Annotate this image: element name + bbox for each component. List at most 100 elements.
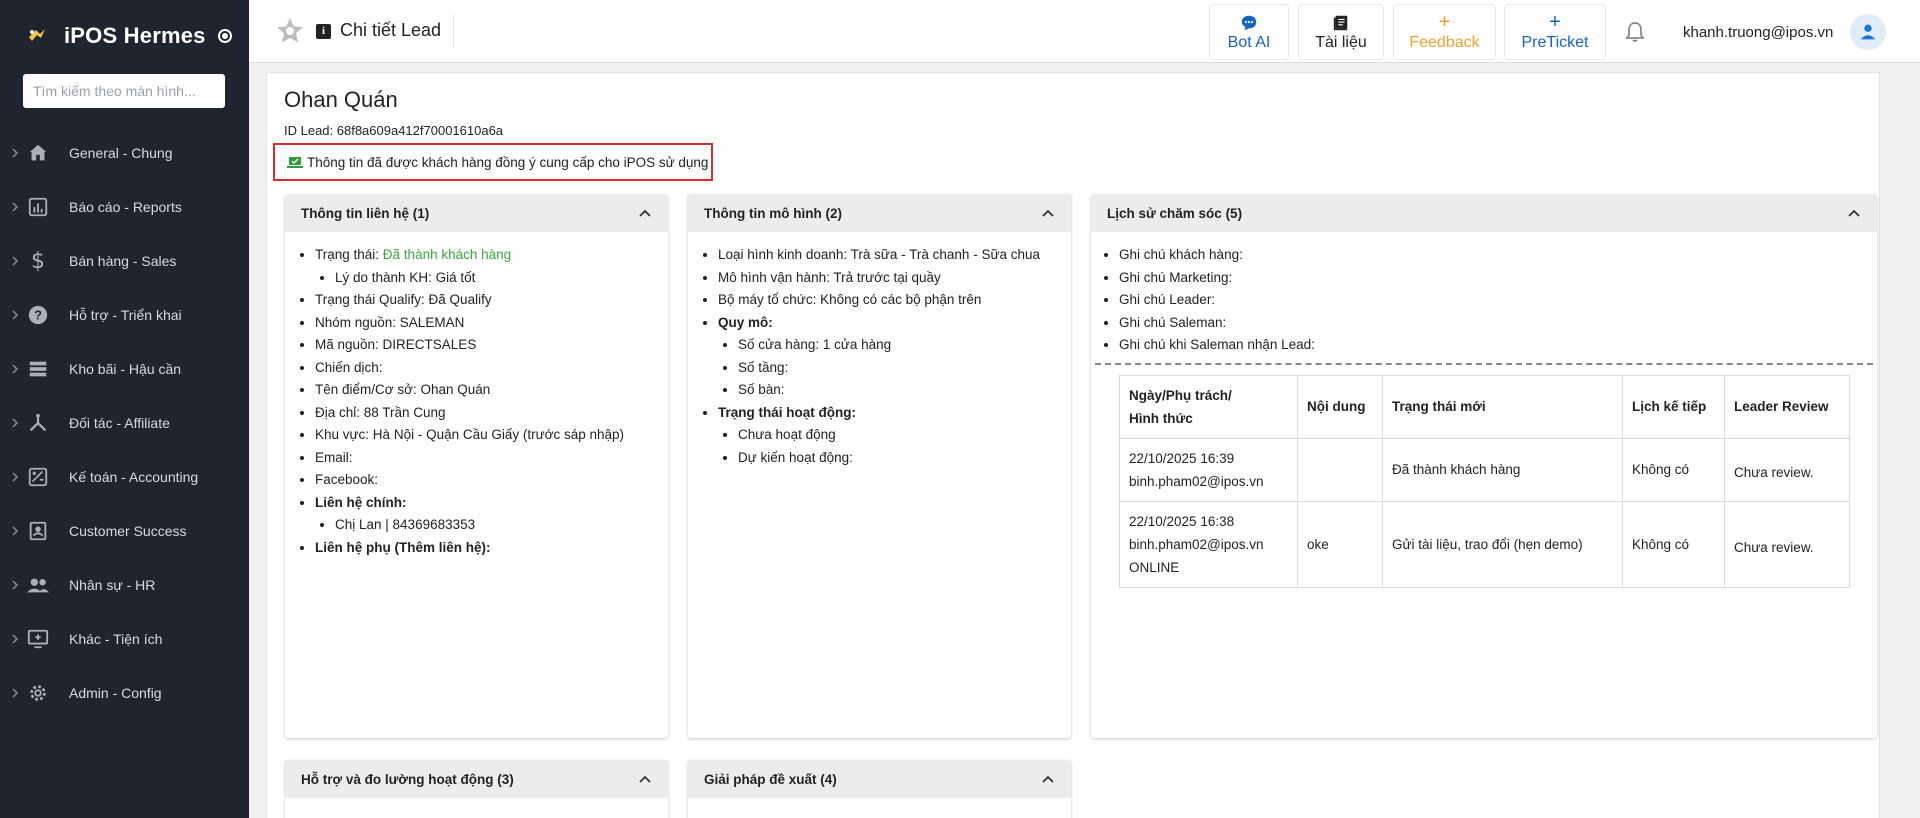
list-item: Loại hình kinh doanh: Trà sữa - Trà chan… (718, 244, 1055, 267)
sidebar-item-admin[interactable]: Admin - Config (0, 666, 249, 720)
sidebar-item-label: Đối tác - Affiliate (69, 415, 170, 431)
table-cell: 22/10/2025 16:38 binh.pham02@ipos.vn ONLIN… (1119, 500, 1298, 588)
sidebar-menu: General - Chung Báo cáo - Reports $ Bán … (0, 126, 249, 720)
chevron-right-icon (12, 148, 18, 158)
table-cell: Gửi tài liệu, trao đổi (hẹn demo) (1382, 500, 1623, 588)
column-header: Trạng thái mới (1382, 374, 1623, 439)
sidebar-item-label: Kế toán - Accounting (69, 469, 199, 485)
chevron-up-icon[interactable] (1041, 774, 1055, 784)
preticket-button[interactable]: + PreTicket (1504, 4, 1606, 60)
list-item: Email: (315, 447, 652, 470)
sidebar-item-support[interactable]: ? Hỗ trợ - Triển khai (0, 288, 249, 342)
consent-text: Thông tin đã được khách hàng đồng ý cung… (307, 154, 709, 170)
card-header[interactable]: Thông tin liên hệ (1) (285, 194, 668, 232)
list-item: Mã nguồn: DIRECTSALES (315, 334, 652, 357)
feedback-label: Feedback (1409, 34, 1480, 51)
chevron-up-icon[interactable] (638, 208, 652, 218)
merge-icon (25, 410, 51, 436)
card-header[interactable]: Giải pháp đề xuất (4) (688, 760, 1071, 798)
card-header[interactable]: Thông tin mô hình (2) (688, 194, 1071, 232)
avatar[interactable] (1850, 14, 1886, 50)
topbar: i Chi tiết Lead Bot AI Tài liệu + Feedba… (249, 0, 1920, 63)
column-header-line: Ngày/Phụ trách/ (1129, 387, 1232, 403)
table-row: 22/10/2025 16:39 binh.pham02@ipos.vn Đã t… (1119, 437, 1850, 502)
column-header: Ngày/Phụ trách/Hình thức (1119, 374, 1298, 439)
sidebar-item-label: Nhân sự - HR (69, 577, 156, 593)
table-cell: Chưa review. (1724, 500, 1850, 588)
column-header: Lịch kế tiếp (1622, 374, 1725, 439)
add-contact-link[interactable]: Liên hệ phụ (Thêm liên hệ): (315, 537, 652, 560)
user-icon (1860, 24, 1876, 40)
sidebar-item-accounting[interactable]: Kế toán - Accounting (0, 450, 249, 504)
sidebar-item-label: Hỗ trợ - Triển khai (69, 307, 182, 323)
divider (453, 14, 454, 48)
chevron-up-icon[interactable] (1847, 208, 1861, 218)
row-owner: binh.pham02@ipos.vn (1129, 536, 1264, 552)
op-status-label: Trạng thái hoạt động: (718, 404, 856, 420)
sidebar-item-affiliate[interactable]: Đối tác - Affiliate (0, 396, 249, 450)
home-icon (25, 140, 51, 166)
table-cell: Đã thành khách hàng (1382, 437, 1623, 502)
card-title: Thông tin liên hệ (1) (301, 205, 430, 221)
support-metrics-card: Hỗ trợ và đo lường hoạt động (3) (285, 760, 668, 818)
user-email[interactable]: khanh.truong@ipos.vn (1683, 24, 1833, 41)
list-item: Nhóm nguồn: SALEMAN (315, 312, 652, 335)
sidebar-item-general[interactable]: General - Chung (0, 126, 249, 180)
list-item: Ghi chú Marketing: (1119, 267, 1863, 290)
sidebar-item-customer-success[interactable]: Customer Success (0, 504, 249, 558)
list-item: Dự kiến hoạt động: (738, 447, 1055, 470)
card-body: Ghi chú khách hàng: Ghi chú Marketing: G… (1091, 232, 1877, 600)
divider (1095, 362, 1873, 365)
brand: iPOS Hermes (0, 0, 249, 72)
sidebar-search-input[interactable] (23, 74, 225, 108)
book-icon (1332, 12, 1350, 32)
info-icon: i (316, 24, 331, 39)
lead-name: Ohan Quán (284, 87, 398, 112)
bot-ai-button[interactable]: Bot AI (1209, 4, 1289, 60)
feedback-button[interactable]: + Feedback (1393, 4, 1496, 60)
sidebar-item-label: General - Chung (69, 145, 173, 161)
sidebar-item-label: Admin - Config (69, 685, 162, 701)
sidebar-item-label: Kho bãi - Hậu cần (69, 361, 182, 377)
list-item: Ghi chú khi Saleman nhận Lead: (1119, 334, 1863, 357)
scale-label: Quy mô: (718, 314, 773, 330)
chevron-up-icon[interactable] (1041, 208, 1055, 218)
star-icon[interactable] (275, 16, 305, 46)
list-item: Tên điểm/Cơ sở: Ohan Quán (315, 379, 652, 402)
list-item: Mô hình vận hành: Trả trước tại quầy (718, 267, 1055, 290)
chevron-up-icon[interactable] (638, 774, 652, 784)
svg-text:?: ? (34, 308, 42, 323)
sidebar: iPOS Hermes General - Chung Báo cáo - Re… (0, 0, 249, 818)
sidebar-item-reports[interactable]: Báo cáo - Reports (0, 180, 249, 234)
chevron-right-icon (12, 526, 18, 536)
list-item: Ghi chú khách hàng: (1119, 244, 1863, 267)
sidebar-item-sales[interactable]: $ Bán hàng - Sales (0, 234, 249, 288)
chevron-right-icon (12, 634, 18, 644)
card-header[interactable]: Hỗ trợ và đo lường hoạt động (3) (285, 760, 668, 798)
radio-icon[interactable] (217, 29, 232, 43)
chevron-right-icon (12, 580, 18, 590)
table-cell (1297, 437, 1383, 502)
sidebar-item-label: Báo cáo - Reports (69, 199, 182, 215)
list-item: Ghi chú Leader: (1119, 289, 1863, 312)
table-cell: oke (1297, 500, 1383, 588)
bell-icon[interactable] (1623, 20, 1647, 44)
sidebar-item-hr[interactable]: Nhân sự - HR (0, 558, 249, 612)
card-body: Loại hình kinh doanh: Trà sữa - Trà chan… (688, 232, 1071, 481)
main-contact-label: Liên hệ chính: (315, 494, 407, 510)
chevron-right-icon (12, 202, 18, 212)
bot-ai-label: Bot AI (1227, 34, 1271, 51)
sidebar-item-label: Khác - Tiện ích (69, 631, 163, 647)
list-item: Ghi chú Saleman: (1119, 312, 1863, 335)
preticket-label: PreTicket (1521, 34, 1589, 51)
docs-button[interactable]: Tài liệu (1298, 4, 1384, 60)
chevron-right-icon (12, 310, 18, 320)
lead-id: ID Lead: 68f8a609a412f70001610a6a (284, 123, 504, 138)
card-header[interactable]: Lịch sử chăm sóc (5) (1091, 194, 1877, 232)
app-title: iPOS Hermes (64, 23, 206, 48)
sidebar-item-utilities[interactable]: Khác - Tiện ích (0, 612, 249, 666)
help-icon: ? (25, 302, 51, 328)
table-row: 22/10/2025 16:38 binh.pham02@ipos.vn ONLIN… (1119, 500, 1850, 588)
sidebar-item-warehouse[interactable]: Kho bãi - Hậu cần (0, 342, 249, 396)
chevron-right-icon (12, 688, 18, 698)
